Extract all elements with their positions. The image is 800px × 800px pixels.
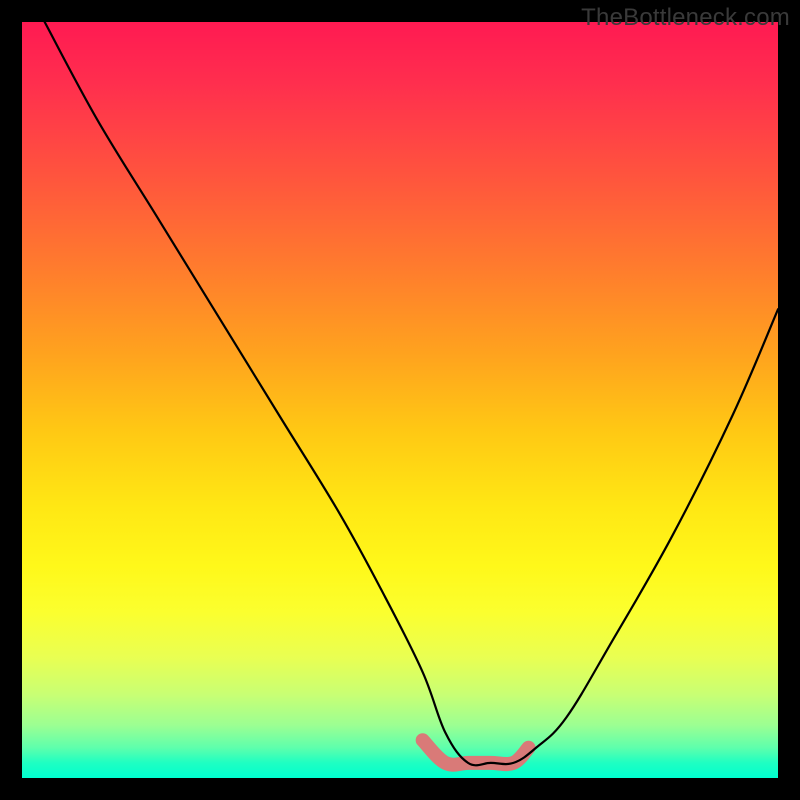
bottleneck-curve (45, 22, 778, 765)
watermark-text: TheBottleneck.com (581, 4, 790, 32)
plot-area (22, 22, 778, 778)
curve-svg (22, 22, 778, 778)
highlight-segment (423, 740, 529, 764)
chart-frame: TheBottleneck.com (0, 0, 800, 800)
